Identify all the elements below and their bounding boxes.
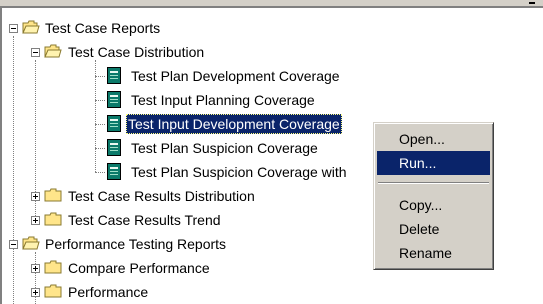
folder-icon [44,212,62,226]
tree-node-test-case-reports[interactable]: Test Case Reports [0,16,300,40]
collapse-icon[interactable] [31,48,40,57]
tree-node-test-plan-development-coverage[interactable]: Test Plan Development Coverage [0,64,380,88]
tree-node-test-plan-suspicion-coverage[interactable]: Test Plan Suspicion Coverage [0,136,380,160]
context-menu: Open... Run... Copy... Delete Rename [373,122,494,270]
folder-icon [44,188,62,202]
report-icon [107,67,121,84]
tree-node-label: Compare Performance [68,260,210,276]
tree-node-test-input-development-coverage[interactable]: Test Input Development Coverage [0,112,380,136]
tree-node-label: Performance [68,284,149,300]
minimize-icon[interactable] [529,2,535,4]
tree-node-label: Performance Testing Reports [45,236,227,252]
tree-node-compare-performance[interactable]: Compare Performance [0,256,340,280]
tree-node-label: Test Plan Development Coverage [131,68,340,84]
tree-node-test-case-results-distribution[interactable]: Test Case Results Distribution [0,184,340,208]
tree-node-test-plan-suspicion-coverage-with[interactable]: Test Plan Suspicion Coverage with [0,160,380,184]
report-icon [107,115,121,132]
expand-icon[interactable] [31,264,40,273]
tree-node-label: Test Plan Suspicion Coverage [131,140,318,156]
menu-item-run[interactable]: Run... [377,151,490,175]
tree-node-performance[interactable]: Performance [0,280,340,304]
folder-open-icon [44,44,62,58]
folder-icon [44,284,62,298]
folder-icon [44,260,62,274]
tree-node-label: Test Plan Suspicion Coverage with [131,164,347,180]
menu-item-open[interactable]: Open... [377,127,490,151]
tree-node-label: Test Case Results Distribution [68,188,255,204]
report-icon [107,163,121,180]
menu-item-delete[interactable]: Delete [377,217,490,241]
collapse-icon[interactable] [9,24,18,33]
tree-node-label: Test Case Reports [45,20,161,36]
report-icon [107,91,121,108]
tree-node-test-input-planning-coverage[interactable]: Test Input Planning Coverage [0,88,380,112]
folder-open-icon [22,20,40,34]
tree-node-performance-testing-reports[interactable]: Performance Testing Reports [0,232,340,256]
menu-separator [378,182,489,184]
tree-node-test-case-distribution[interactable]: Test Case Distribution [0,40,300,64]
expand-icon[interactable] [31,192,40,201]
tree-node-label: Test Case Distribution [68,44,205,60]
tree-border-top [0,6,543,8]
report-icon [107,139,121,156]
expand-icon[interactable] [31,288,40,297]
menu-item-rename[interactable]: Rename [377,241,490,265]
expand-icon[interactable] [31,216,40,225]
menu-item-copy[interactable]: Copy... [377,193,490,217]
collapse-icon[interactable] [9,240,18,249]
tree-node-label: Test Input Planning Coverage [131,92,315,108]
folder-open-icon [22,236,40,250]
tree-node-label: Test Case Results Trend [68,212,221,228]
tree-node-test-case-results-trend[interactable]: Test Case Results Trend [0,208,340,232]
tree-node-label: Test Input Development Coverage [126,114,342,134]
